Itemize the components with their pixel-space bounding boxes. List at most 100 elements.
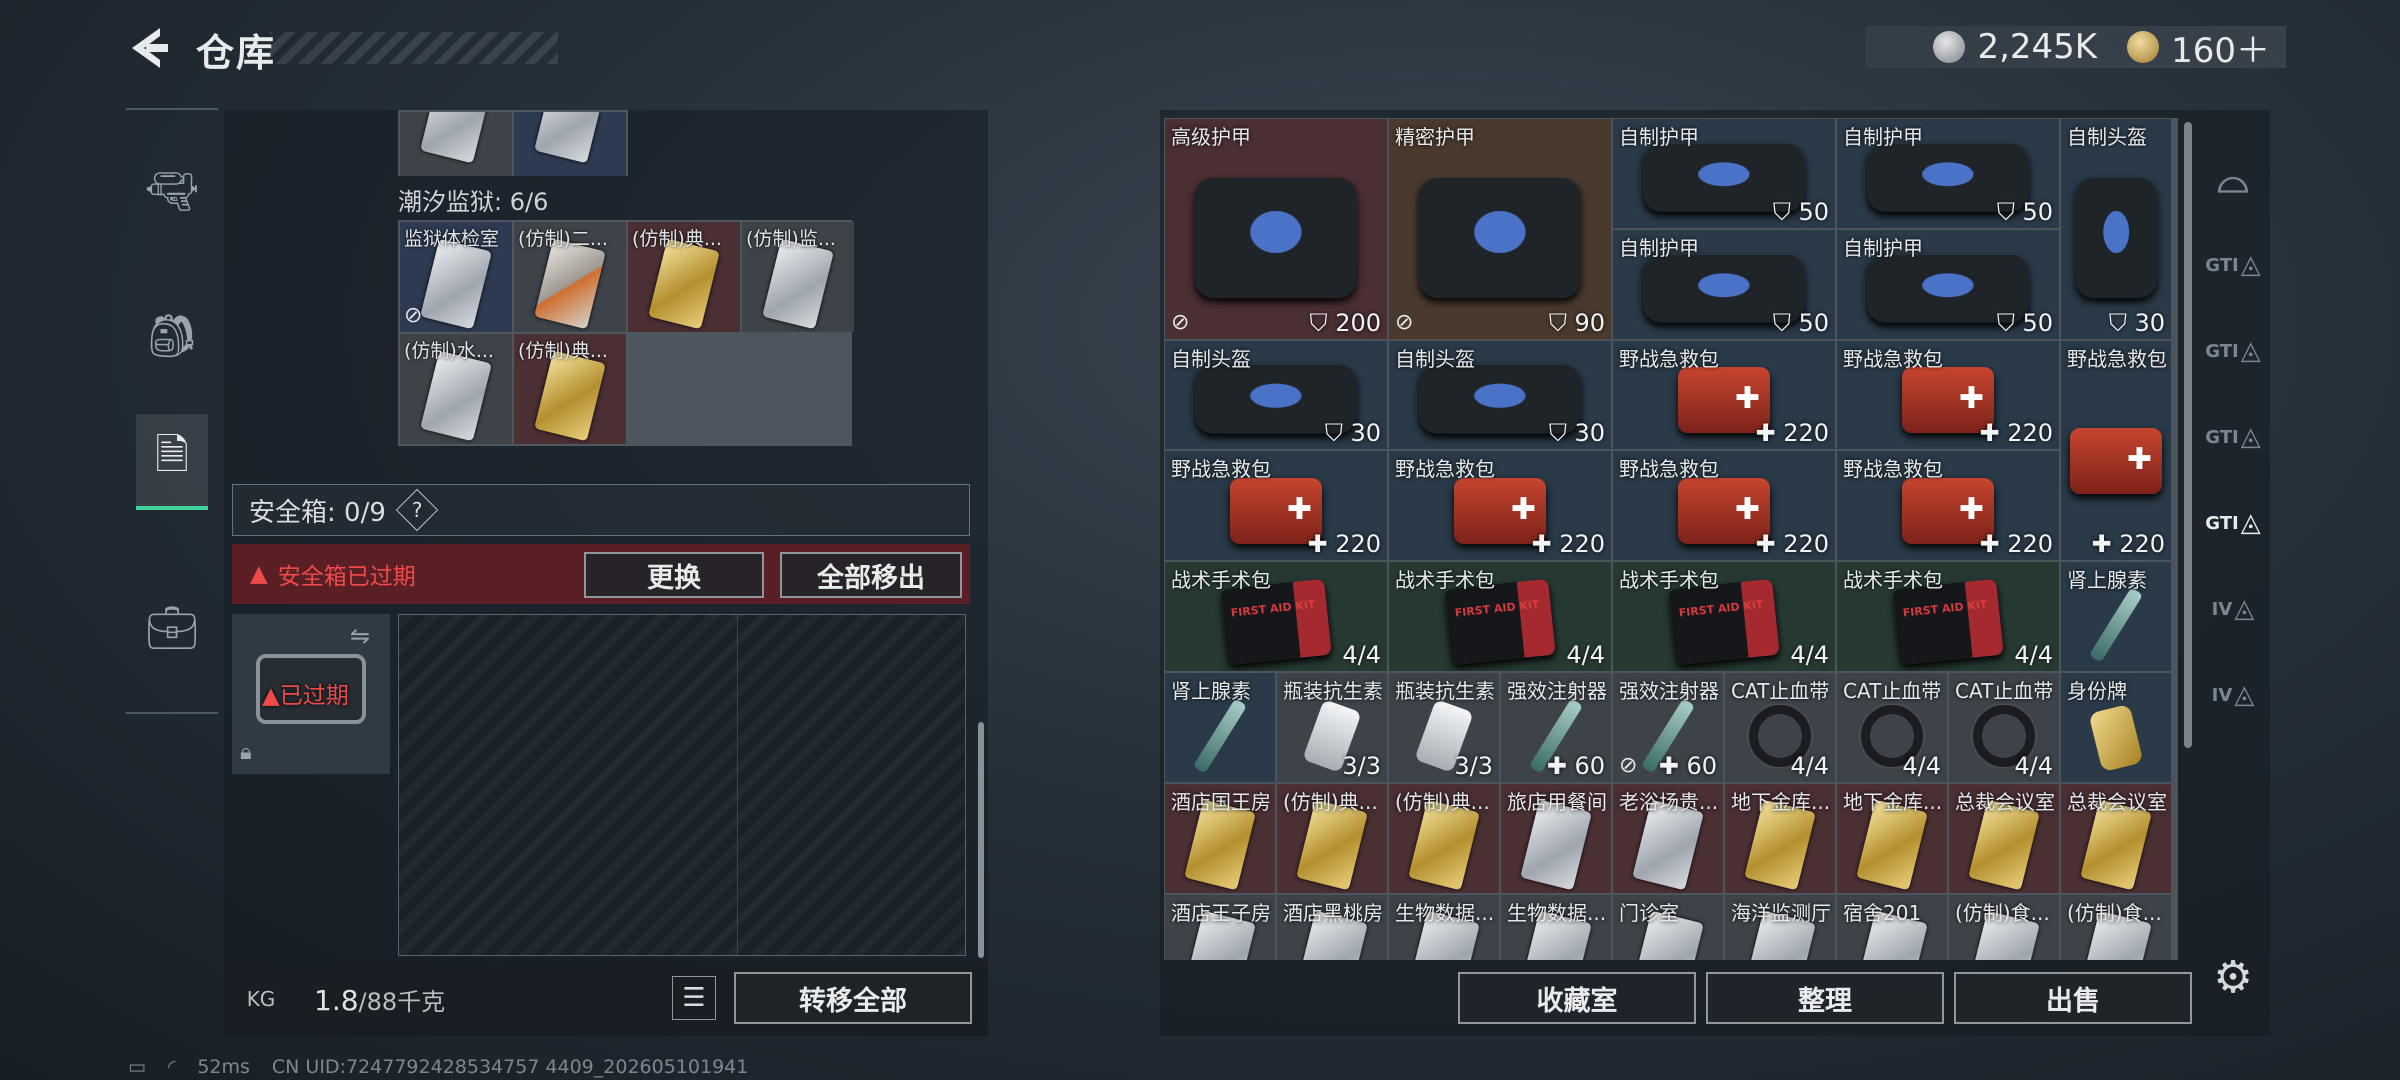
filter-tab[interactable]: IV ◬ (2204, 580, 2262, 638)
inventory-item[interactable]: 瓶装抗生素 3/3 (1277, 673, 1387, 782)
weight-max: /88千克 (358, 988, 446, 1016)
inventory-item[interactable]: 野战急救包 ✚ 220 (2061, 340, 2171, 561)
syringe-icon (2088, 587, 2144, 663)
filter-tab[interactable]: GTI ◬ (2204, 494, 2262, 552)
inventory-item[interactable]: 门诊室 (1613, 894, 1723, 960)
filter-tab[interactable]: GTI ◬ (2204, 322, 2262, 380)
item-value: ⛉ 90 (1548, 308, 1605, 337)
lock-icon: 🔒︎ (240, 740, 252, 765)
inventory-item[interactable]: 总裁会议室 (1949, 783, 2059, 893)
inventory-item[interactable]: 战术手术包 4/4 (1837, 562, 2059, 671)
container-tab[interactable]: 🗎 (136, 414, 208, 510)
inventory-item[interactable]: 精密护甲 ⛉ 90 ⊘ (1389, 119, 1611, 339)
safe-box-grid[interactable] (398, 614, 966, 956)
key-item[interactable]: (仿制)监... (742, 222, 854, 332)
inventory-item[interactable]: 战术手术包 4/4 (1165, 562, 1387, 671)
inventory-item[interactable]: (仿制)典... (1389, 783, 1499, 893)
inventory-item[interactable]: 野战急救包 ✚ 220 (1613, 451, 1835, 561)
inventory-item[interactable]: 地下金库... (1837, 783, 1947, 893)
item-value: 3/3 (1454, 751, 1493, 780)
safe-case-item[interactable]: ▲已过期 ⇋ 🔒︎ (232, 614, 390, 774)
weapon-tab[interactable]: 🔫︎ (136, 144, 208, 240)
inventory-item[interactable]: 酒店国王房 (1165, 783, 1275, 893)
replace-button[interactable]: 更换 (584, 552, 764, 598)
inventory-item[interactable]: 自制护甲 ⛉ 50 (1613, 229, 1835, 339)
inventory-item[interactable]: 酒店王子房 (1165, 894, 1275, 960)
item-value: ✚ 220 (1979, 530, 2053, 559)
inventory-item[interactable]: 生物数据... (1501, 894, 1611, 960)
item-name: 野战急救包 (2067, 346, 2167, 371)
left-category-nav: 🔫︎ 🎒︎ 🗎 💼︎ (126, 108, 218, 714)
key-item[interactable]: (仿制)水... (400, 334, 512, 444)
item-value: 4/4 (2014, 640, 2053, 669)
inventory-item[interactable]: 野战急救包 ✚ 220 (1837, 451, 2059, 561)
sort-button[interactable]: 整理 (1706, 972, 1944, 1024)
inventory-item[interactable]: 地下金库... (1725, 783, 1835, 893)
inventory-item[interactable]: 海洋监测厅 (1725, 894, 1835, 960)
inventory-item[interactable]: 身份牌 (2061, 673, 2171, 782)
inventory-item[interactable]: 旅店用餐间 (1501, 783, 1611, 893)
item-name: 战术手术包 (1395, 568, 1495, 593)
collection-room-button[interactable]: 收藏室 (1458, 972, 1696, 1024)
item-name: 野战急救包 (1619, 346, 1719, 371)
inventory-item[interactable]: 战术手术包 4/4 (1613, 562, 1835, 671)
key-item[interactable]: 监狱体检室 ⊘ (400, 222, 512, 332)
inventory-item[interactable]: 高级护甲 ⛉ 200 ⊘ (1165, 119, 1387, 339)
inventory-item[interactable]: 自制护甲 ⛉ 50 (1837, 229, 2059, 339)
inventory-item[interactable]: CAT止血带 4/4 (1837, 673, 1947, 782)
briefcase-tab[interactable]: 💼︎ (136, 580, 208, 676)
inventory-item[interactable]: 野战急救包 ✚ 220 (1837, 340, 2059, 450)
weight-icon: KG (246, 987, 276, 1011)
left-scrollbar[interactable] (978, 722, 984, 958)
inventory-item[interactable]: CAT止血带 4/4 (1949, 673, 2059, 782)
inventory-item[interactable]: 肾上腺素 (2061, 562, 2171, 671)
key-item[interactable] (514, 112, 626, 176)
transfer-all-button[interactable]: 转移全部 (734, 972, 972, 1024)
inventory-item[interactable]: 肾上腺素 (1165, 673, 1275, 782)
help-button[interactable]: ? (395, 488, 439, 532)
inventory-item[interactable]: (仿制)典... (1277, 783, 1387, 893)
inventory-item[interactable]: 瓶装抗生素 3/3 (1389, 673, 1499, 782)
inventory-item[interactable]: 野战急救包 ✚ 220 (1165, 451, 1387, 561)
inventory-item[interactable]: 野战急救包 ✚ 220 (1389, 451, 1611, 561)
gear-tab[interactable]: 🎒︎ (136, 288, 208, 384)
inventory-item[interactable]: 老浴场贵... (1613, 783, 1723, 893)
inventory-item[interactable]: 酒店黑桃房 (1277, 894, 1387, 960)
inventory-item[interactable]: 自制护甲 ⛉ 50 (1613, 119, 1835, 228)
list-view-button[interactable]: ☰ (672, 976, 716, 1020)
right-scrollbar[interactable] (2184, 122, 2192, 748)
key-name: (仿制)二... (518, 228, 608, 250)
silver-coin-icon (1933, 31, 1966, 63)
inventory-item[interactable]: (仿制)食... (2061, 894, 2171, 960)
key-item[interactable]: (仿制)典... (514, 334, 626, 444)
inventory-item[interactable]: 强效注射器 ✚ 60 ⊘ (1613, 673, 1723, 782)
gold-amount[interactable]: 160＋ (2171, 23, 2270, 72)
item-name: 野战急救包 (1843, 457, 1943, 482)
dogtag-icon (2088, 704, 2144, 773)
key-item[interactable] (400, 112, 512, 176)
remove-all-button[interactable]: 全部移出 (780, 552, 962, 598)
inventory-item[interactable]: 宿舍201 (1837, 894, 1947, 960)
item-name: 酒店王子房 (1171, 900, 1271, 925)
filter-tab[interactable]: IV ◬ (2204, 666, 2262, 724)
inventory-item[interactable]: 强效注射器 ✚ 60 (1501, 673, 1611, 782)
settings-gear-icon[interactable]: ⚙ (2208, 952, 2258, 1003)
filter-tab[interactable]: ⌓ (2204, 150, 2262, 208)
inventory-item[interactable]: 自制头盔 ⛉ 30 (1165, 340, 1387, 450)
inventory-item[interactable]: 自制头盔 ⛉ 30 (2061, 119, 2171, 339)
inventory-item[interactable]: 战术手术包 4/4 (1389, 562, 1611, 671)
item-value: ⛉ 50 (1996, 308, 2053, 337)
back-button[interactable] (124, 22, 172, 74)
inventory-item[interactable]: CAT止血带 4/4 (1725, 673, 1835, 782)
inventory-item[interactable]: 自制头盔 ⛉ 30 (1389, 340, 1611, 450)
inventory-item[interactable]: 总裁会议室 (2061, 783, 2171, 893)
inventory-item[interactable]: (仿制)食... (1949, 894, 2059, 960)
inventory-item[interactable]: 自制护甲 ⛉ 50 (1837, 119, 2059, 228)
inventory-item[interactable]: 野战急救包 ✚ 220 (1613, 340, 1835, 450)
filter-tab[interactable]: GTI ◬ (2204, 408, 2262, 466)
key-item[interactable]: (仿制)二... (514, 222, 626, 332)
inventory-item[interactable]: 生物数据... (1389, 894, 1499, 960)
filter-tab[interactable]: GTI ◬ (2204, 236, 2262, 294)
key-item[interactable]: (仿制)典... (628, 222, 740, 332)
sell-button[interactable]: 出售 (1954, 972, 2192, 1024)
